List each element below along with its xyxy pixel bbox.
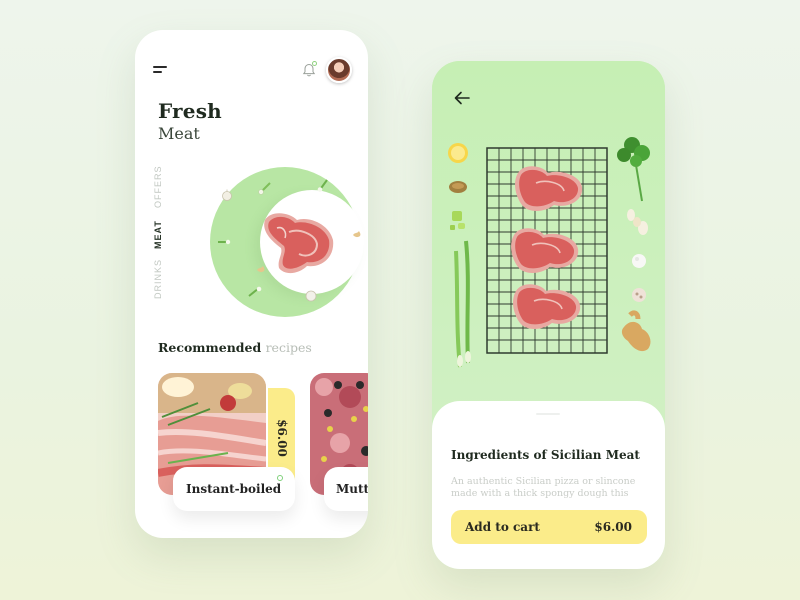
pepper-icon [632, 288, 646, 302]
ginger-icon [353, 231, 361, 238]
meat-steak-icon [513, 284, 581, 329]
garlic-icon [305, 290, 317, 302]
garlic-icon [627, 209, 648, 235]
salt-icon [632, 254, 646, 268]
recipe-price: $6.00 [274, 419, 289, 457]
meat-steak-icon [515, 166, 583, 211]
lemon-icon [448, 143, 468, 163]
chopped-herb-icon [450, 211, 465, 230]
recommended-title-muted: recipes [265, 340, 312, 355]
add-to-cart-button[interactable]: Add to cart $6.00 [451, 510, 647, 544]
scallion-icon [218, 239, 231, 245]
ingredients-sheet: Ingredients of Sicilian Meat An authenti… [432, 401, 665, 569]
ginger-icon [621, 310, 651, 352]
spice-icon [449, 181, 467, 193]
recipe-card-label[interactable]: Mutto [324, 467, 368, 511]
recipe-card-label[interactable]: Instant-boiled [173, 467, 295, 511]
page-title: Fresh [158, 99, 222, 123]
scallion-icon [454, 240, 471, 368]
scallion-icon [248, 286, 262, 297]
recipe-name: Mutto [336, 482, 368, 496]
detail-screen: Ingredients of Sicilian Meat An authenti… [432, 61, 665, 569]
menu-icon[interactable] [153, 66, 169, 76]
meat-steak-icon [511, 228, 579, 273]
tab-offers[interactable]: OFFERS [153, 165, 163, 208]
tab-drinks[interactable]: DRINKS [153, 259, 163, 299]
onion-icon [258, 182, 271, 195]
tab-meat[interactable]: MEAT [153, 220, 163, 249]
status-dot [277, 475, 283, 481]
recipe-name: Instant-boiled [186, 482, 282, 496]
ingredients-title: Ingredients of Sicilian Meat [451, 448, 640, 462]
scallion-icon [317, 179, 328, 192]
notification-dot [312, 61, 317, 66]
cart-price: $6.00 [594, 520, 632, 534]
parsley-icon [617, 137, 650, 202]
back-arrow-icon[interactable] [454, 91, 470, 105]
avatar[interactable] [326, 57, 352, 83]
home-screen: Fresh Meat OFFERS MEAT DRINKS Recommende… [135, 30, 368, 538]
drag-handle[interactable] [536, 413, 560, 415]
page-subtitle: Meat [158, 124, 200, 143]
recommended-heading: Recommended recipes [158, 340, 312, 355]
bell-icon[interactable] [301, 61, 317, 78]
garlic-icon [222, 189, 232, 201]
add-to-cart-label: Add to cart [465, 520, 540, 534]
meat-steak-image [264, 213, 334, 274]
recommended-title: Recommended [158, 340, 262, 355]
ingredients-scene [448, 137, 651, 368]
ingredients-description: An authentic Sicilian pizza or slincone … [451, 476, 636, 499]
